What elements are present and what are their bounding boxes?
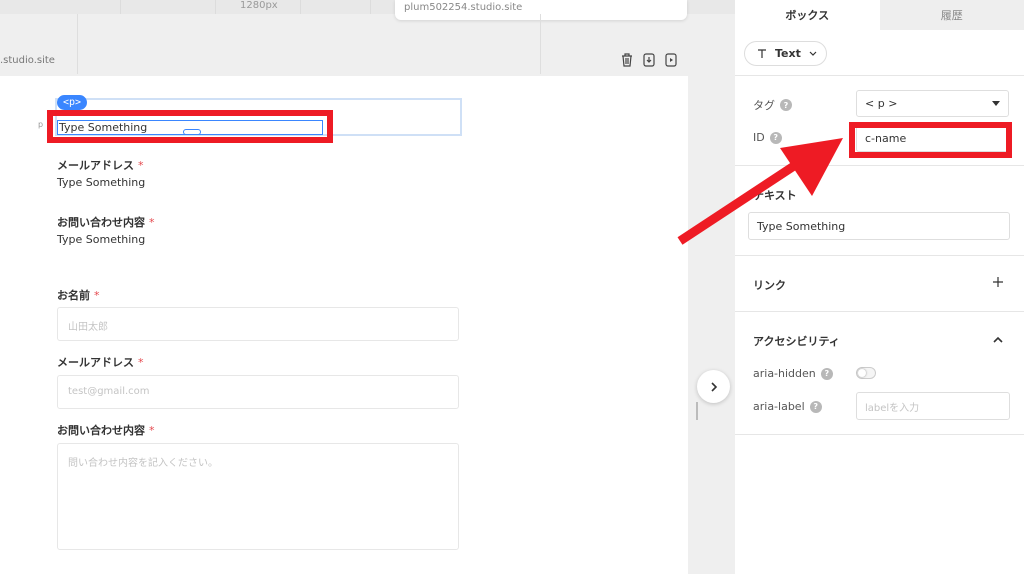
tag-field-label: タグ? bbox=[753, 97, 792, 113]
ruler-tick bbox=[300, 0, 301, 14]
aria-label-label: aria-label? bbox=[753, 400, 822, 413]
preview-label-email: メールアドレス * bbox=[57, 159, 144, 172]
chevron-down-icon bbox=[809, 51, 817, 56]
toggle-knob bbox=[858, 369, 866, 377]
form-label-inquiry: お問い合わせ内容 * bbox=[57, 424, 155, 437]
chevron-up-icon[interactable] bbox=[993, 336, 1003, 343]
page-right-icon[interactable] bbox=[664, 52, 678, 67]
divider bbox=[735, 434, 1024, 435]
required-mark: * bbox=[149, 424, 155, 437]
chevron-right-icon bbox=[710, 381, 717, 392]
required-mark: * bbox=[149, 216, 155, 229]
properties-panel: ボックス 履歴 Text タグ? < p > ID? c-name テキスト T… bbox=[735, 0, 1024, 574]
aria-label-input[interactable]: labelを入力 bbox=[856, 392, 1010, 420]
page-down-icon[interactable] bbox=[642, 52, 656, 67]
divider bbox=[735, 75, 1024, 76]
ruler-width-label: 1280px bbox=[240, 0, 278, 11]
name-placeholder: 山田太郎 bbox=[68, 322, 108, 333]
site-label: .studio.site bbox=[0, 55, 55, 66]
guide-line bbox=[77, 14, 78, 74]
divider bbox=[735, 165, 1024, 166]
aria-hidden-label: aria-hidden? bbox=[753, 367, 833, 380]
id-field-label: ID? bbox=[753, 131, 782, 144]
required-mark: * bbox=[138, 356, 144, 369]
text-type-icon bbox=[758, 48, 766, 58]
preview-label-inquiry: お問い合わせ内容 * bbox=[57, 216, 155, 229]
email-placeholder: test@gmail.com bbox=[68, 386, 150, 397]
guide-line bbox=[540, 14, 541, 74]
element-type-dropdown[interactable]: Text bbox=[744, 41, 827, 66]
inquiry-placeholder: 問い合わせ内容を記入ください。 bbox=[68, 458, 218, 469]
dropdown-caret-icon bbox=[992, 101, 1000, 106]
link-section-title: リンク bbox=[753, 279, 786, 292]
site-url[interactable]: plum502254.studio.site bbox=[404, 2, 522, 13]
preview-value-email[interactable]: Type Something bbox=[57, 176, 145, 189]
divider bbox=[735, 255, 1024, 256]
tag-select[interactable]: < p > bbox=[856, 90, 1009, 117]
highlight-id-input bbox=[849, 122, 1012, 158]
canvas-toolbar bbox=[620, 52, 678, 67]
ruler-tick bbox=[370, 0, 371, 14]
accessibility-section-title: アクセシビリティ bbox=[753, 335, 840, 348]
required-mark: * bbox=[138, 159, 144, 172]
form-label-name: お名前 * bbox=[57, 289, 100, 302]
divider bbox=[735, 311, 1024, 312]
preview-value-inquiry[interactable]: Type Something bbox=[57, 233, 145, 246]
aria-hidden-toggle[interactable] bbox=[856, 367, 876, 379]
panel-tabs: ボックス 履歴 bbox=[735, 0, 1024, 30]
text-content-value: Type Something bbox=[757, 219, 846, 233]
add-link-icon[interactable] bbox=[992, 276, 1004, 288]
email-input[interactable]: test@gmail.com bbox=[57, 375, 459, 409]
ruler-tick bbox=[215, 0, 216, 14]
resize-handle[interactable] bbox=[183, 129, 201, 135]
expand-panel-button[interactable] bbox=[697, 370, 730, 403]
help-icon[interactable]: ? bbox=[820, 367, 833, 380]
ruler-tick bbox=[120, 0, 121, 14]
text-content-input[interactable]: Type Something bbox=[748, 212, 1010, 240]
trash-icon[interactable] bbox=[620, 52, 634, 67]
panel-drag-handle[interactable] bbox=[696, 402, 698, 420]
inquiry-textarea[interactable]: 問い合わせ内容を記入ください。 bbox=[57, 443, 459, 550]
name-input[interactable]: 山田太郎 bbox=[57, 307, 459, 341]
side-tag-label: p bbox=[38, 120, 44, 129]
aria-label-placeholder: labelを入力 bbox=[865, 402, 920, 414]
element-type-label: Text bbox=[775, 47, 801, 60]
tab-box[interactable]: ボックス bbox=[735, 0, 880, 30]
tag-badge[interactable]: <p> bbox=[57, 95, 87, 110]
tab-history[interactable]: 履歴 bbox=[879, 0, 1024, 30]
required-mark: * bbox=[94, 289, 100, 302]
text-section-title: テキスト bbox=[753, 189, 797, 202]
help-icon[interactable]: ? bbox=[769, 131, 782, 144]
tag-select-value: < p > bbox=[865, 97, 898, 110]
help-icon[interactable]: ? bbox=[780, 99, 792, 111]
help-icon[interactable]: ? bbox=[809, 400, 822, 413]
form-label-email: メールアドレス * bbox=[57, 356, 144, 369]
